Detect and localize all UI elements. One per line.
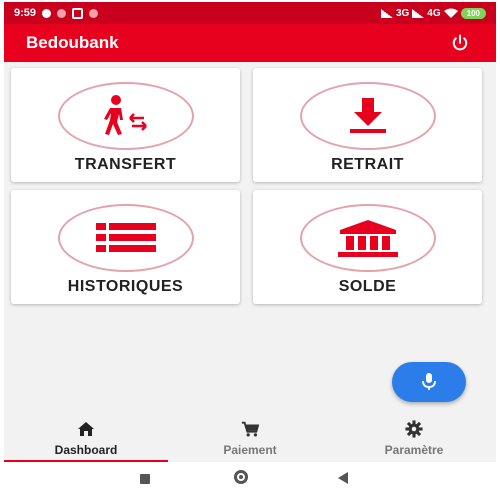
app-screen: 9:59 3G 4G 100 Bedoubank TRANSFERT RETRA…	[4, 2, 496, 496]
historiques-card[interactable]: HISTORIQUES	[11, 190, 240, 304]
retrait-icon-circle	[299, 82, 436, 150]
network-label: 4G	[427, 7, 441, 19]
transfer-person-icon	[103, 95, 147, 135]
home-icon	[78, 422, 94, 436]
list-icon	[95, 223, 156, 252]
transfert-label: TRANSFERT	[74, 156, 177, 173]
recents-button[interactable]	[140, 474, 150, 484]
solde-card[interactable]: SOLDE	[253, 190, 482, 304]
signal-icon	[380, 8, 393, 18]
nav-item-paiement[interactable]: Paiement	[168, 410, 332, 462]
cart-icon	[241, 421, 259, 437]
status-bar: 9:59 3G 4G 100	[4, 2, 496, 24]
notification-icon	[42, 8, 52, 18]
microphone-icon	[422, 373, 436, 390]
transfert-card[interactable]: TRANSFERT	[11, 68, 240, 182]
historiques-label: HISTORIQUES	[67, 278, 184, 295]
transfert-icon-circle	[57, 82, 194, 150]
app-title: Bedoubank	[26, 33, 119, 52]
signal-icon	[412, 8, 425, 18]
bank-icon	[337, 220, 398, 257]
status-time: 9:59	[14, 7, 37, 19]
solde-label: SOLDE	[338, 278, 397, 295]
network-label: 3G	[395, 7, 410, 19]
home-button[interactable]	[234, 470, 248, 484]
solde-icon-circle	[299, 204, 436, 272]
power-icon[interactable]	[450, 33, 470, 53]
gear-icon	[405, 420, 423, 438]
nav-label-paiement: Paiement	[223, 443, 277, 457]
notification-icon	[72, 7, 84, 19]
battery-indicator: 100	[460, 7, 486, 19]
nav-item-parametre[interactable]: Paramètre	[332, 410, 496, 462]
nav-item-dashboard[interactable]: Dashboard	[4, 410, 168, 462]
bottom-navigation: Dashboard Paiement Paramètre	[4, 410, 496, 462]
status-indicators: 3G 4G 100	[380, 7, 486, 19]
app-bar: Bedoubank	[4, 24, 496, 62]
retrait-label: RETRAIT	[331, 156, 404, 173]
download-icon	[349, 98, 386, 133]
nav-label-dashboard: Dashboard	[54, 443, 118, 457]
notification-icon	[89, 8, 99, 18]
back-button[interactable]	[338, 472, 348, 484]
retrait-card[interactable]: RETRAIT	[253, 68, 482, 182]
historiques-icon-circle	[57, 204, 194, 272]
wifi-icon	[443, 8, 458, 18]
nav-label-parametre: Paramètre	[384, 443, 444, 457]
voice-fab-button[interactable]	[392, 362, 466, 402]
notification-icon	[57, 8, 67, 18]
system-navigation-bar	[4, 462, 496, 496]
